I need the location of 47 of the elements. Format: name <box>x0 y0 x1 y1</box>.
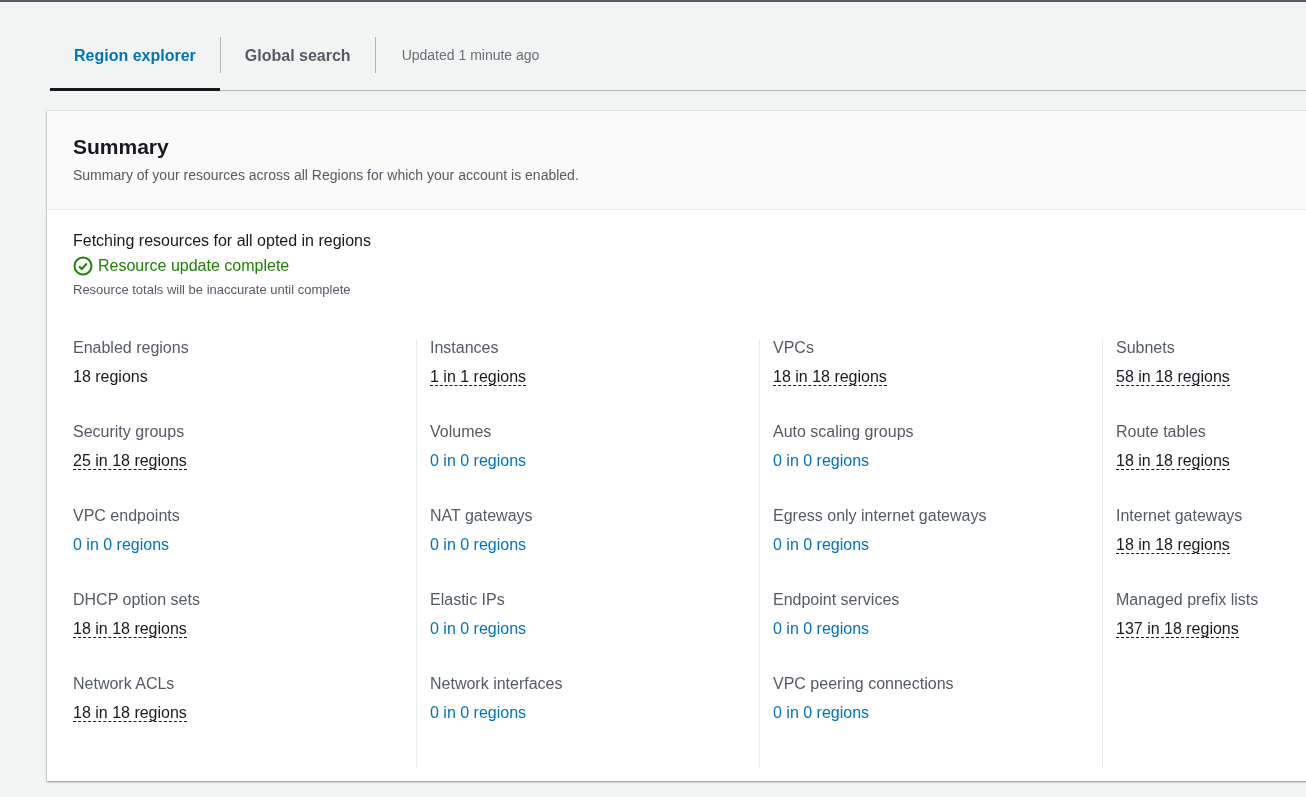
resource-label: DHCP option sets <box>73 591 201 609</box>
tab[interactable]: Global search <box>220 20 375 91</box>
resource-label: Auto scaling groups <box>773 423 915 441</box>
resource-count-popover[interactable]: 58 in 18 regions <box>1116 368 1230 386</box>
resource-label: Route tables <box>1116 423 1207 441</box>
resource-label: Subnets <box>1116 339 1176 357</box>
card-description: Summary of your resources across all Regions for which your account is enabled. <box>73 167 580 183</box>
resource-label: VPC endpoints <box>73 507 181 525</box>
resource-label: Internet gateways <box>1116 507 1244 525</box>
resource-count-link[interactable]: 0 in 0 regions <box>773 536 870 553</box>
resource-count-popover[interactable]: 18 in 18 regions <box>73 620 187 638</box>
resource-count-link[interactable]: 0 in 0 regions <box>73 536 170 553</box>
resource-count-popover[interactable]: 137 in 18 regions <box>1116 620 1239 638</box>
tab[interactable]: Region explorer <box>50 20 220 91</box>
resource-label: Endpoint services <box>773 591 901 609</box>
resource-count-popover[interactable]: 1 in 1 regions <box>430 368 527 386</box>
resource-count-link[interactable]: 0 in 0 regions <box>773 704 870 721</box>
resource-label: Network interfaces <box>430 675 564 693</box>
resource-count-popover[interactable]: 18 in 18 regions <box>773 368 887 386</box>
check-circle-icon <box>73 256 93 276</box>
resource-label: VPCs <box>773 339 815 357</box>
resource-label: Network ACLs <box>73 675 176 693</box>
resource-count-link[interactable]: 0 in 0 regions <box>430 620 527 637</box>
resource-label: Enabled regions <box>73 339 190 357</box>
resource-label: Instances <box>430 339 500 357</box>
status-text: Resource update complete <box>98 257 290 275</box>
status-note: Resource totals will be inaccurate until complete <box>73 282 352 297</box>
resource-label: Security groups <box>73 423 186 441</box>
resource-count-popover[interactable]: 18 in 18 regions <box>73 704 187 722</box>
resource-count-link[interactable]: 0 in 0 regions <box>430 452 527 469</box>
resource-label: NAT gateways <box>430 507 534 525</box>
resource-label: Elastic IPs <box>430 591 506 609</box>
resource-label: Volumes <box>430 423 493 441</box>
resource-count-popover[interactable]: 18 in 18 regions <box>1116 452 1230 470</box>
card-title: Summary <box>73 135 170 159</box>
resource-label: Managed prefix lists <box>1116 591 1260 609</box>
fetch-heading: Fetching resources for all opted in regions <box>73 232 372 250</box>
resource-label: Egress only internet gateways <box>773 507 988 525</box>
updated-time: Updated 1 minute ago <box>400 47 540 63</box>
resource-count: 18 regions <box>73 368 148 385</box>
resource-count-popover[interactable]: 25 in 18 regions <box>73 452 187 470</box>
resource-label: VPC peering connections <box>773 675 955 693</box>
resource-count-popover[interactable]: 18 in 18 regions <box>1116 536 1230 554</box>
resource-count-link[interactable]: 0 in 0 regions <box>773 620 870 637</box>
resource-count-link[interactable]: 0 in 0 regions <box>430 704 527 721</box>
resource-count-link[interactable]: 0 in 0 regions <box>430 536 527 553</box>
resource-count-link[interactable]: 0 in 0 regions <box>773 452 870 469</box>
